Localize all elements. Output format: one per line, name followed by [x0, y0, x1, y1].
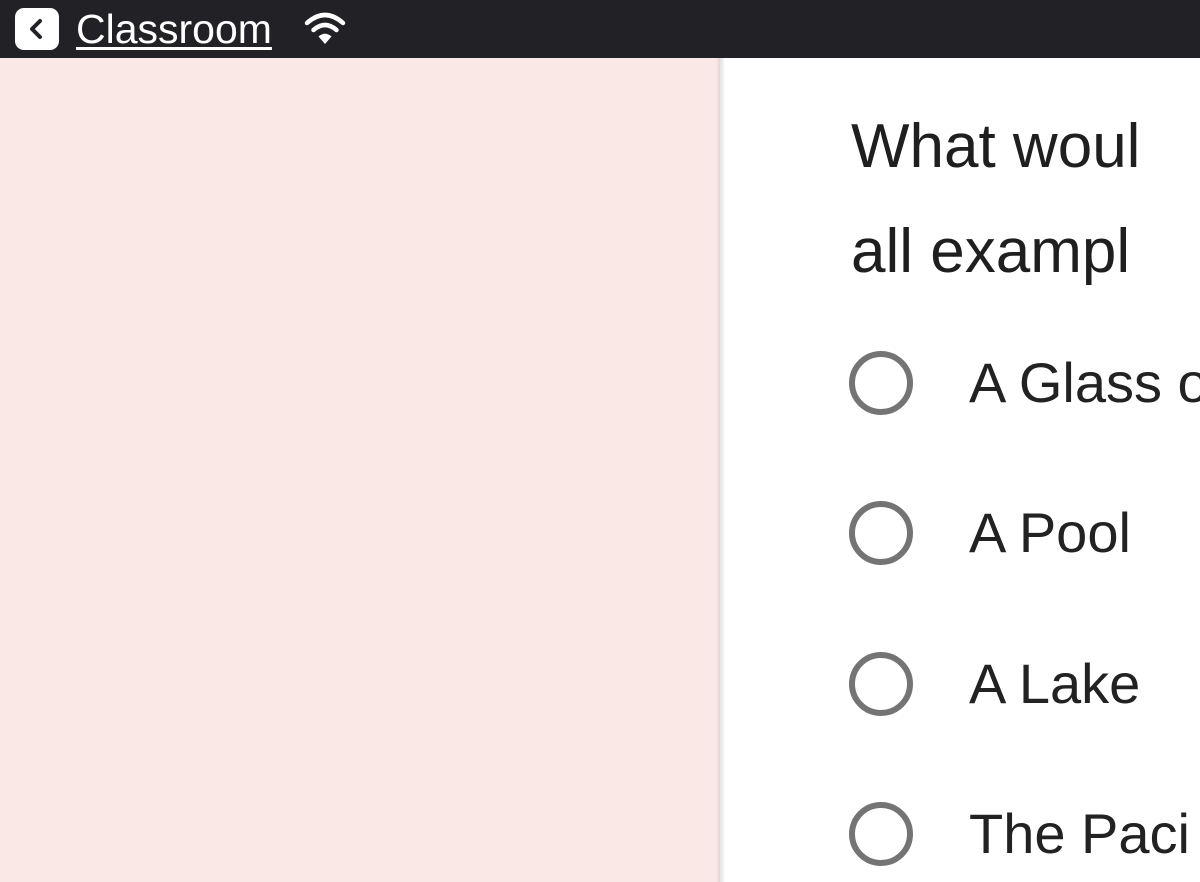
answer-option[interactable]: A Lake: [849, 645, 1140, 723]
back-to-classroom-link[interactable]: Classroom: [76, 0, 272, 58]
quiz-content: What woul all exampl A Glass o A Pool A …: [724, 58, 1200, 882]
answer-option[interactable]: A Glass o: [849, 344, 1200, 422]
question-text: What woul all exampl: [851, 112, 1141, 286]
radio-button[interactable]: [849, 652, 913, 716]
panel-divider: [716, 58, 724, 882]
answer-option-label: A Glass o: [969, 351, 1200, 414]
wifi-icon: [303, 6, 349, 52]
answer-option-label: The Paci: [969, 802, 1190, 865]
back-button[interactable]: [15, 8, 59, 50]
radio-button[interactable]: [849, 351, 913, 415]
answer-option-label: A Pool: [969, 501, 1131, 564]
radio-button[interactable]: [849, 501, 913, 565]
answer-option-label: A Lake: [969, 652, 1141, 715]
chevron-left-icon: [30, 19, 42, 39]
answer-option[interactable]: A Pool: [849, 494, 1131, 572]
left-panel: [0, 58, 720, 882]
status-bar: Classroom: [0, 0, 1200, 58]
answer-option[interactable]: The Paci: [849, 795, 1190, 873]
radio-button[interactable]: [849, 802, 913, 866]
